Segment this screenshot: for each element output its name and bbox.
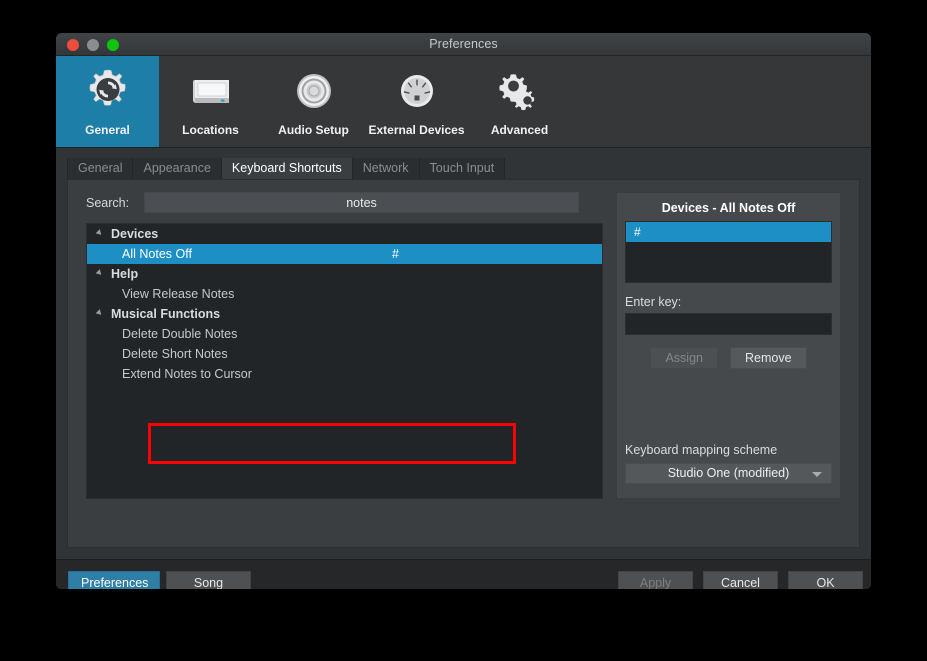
enter-key-label: Enter key: <box>625 295 682 309</box>
preferences-toolbar: General Locations Audio Setup External D… <box>56 56 871 148</box>
ok-button[interactable]: OK <box>788 571 863 589</box>
double-gear-icon <box>495 67 545 117</box>
search-label: Search: <box>86 195 130 210</box>
disclosure-triangle-icon[interactable] <box>95 309 104 317</box>
list-item-label: Devices <box>111 227 159 241</box>
list-group-help[interactable]: Help <box>87 264 602 284</box>
list-item-label: Extend Notes to Cursor <box>122 367 252 381</box>
toolbar-item-general[interactable]: General <box>56 56 159 147</box>
search-row: Search: <box>86 192 579 213</box>
list-item-label: All Notes Off <box>122 247 192 261</box>
window-title: Preferences <box>429 37 498 51</box>
remove-button[interactable]: Remove <box>729 347 807 369</box>
song-setup-button[interactable]: Song Setup <box>166 571 251 589</box>
toolbar-item-locations[interactable]: Locations <box>159 56 262 147</box>
shortcut-list[interactable]: Devices All Notes Off # Help View Releas… <box>86 223 603 499</box>
toolbar-item-audio-setup[interactable]: Audio Setup <box>262 56 365 147</box>
tab-general[interactable]: General <box>67 158 134 179</box>
cancel-button[interactable]: Cancel <box>703 571 778 589</box>
tab-appearance[interactable]: Appearance <box>133 158 222 179</box>
tab-touch-input[interactable]: Touch Input <box>419 158 506 179</box>
disclosure-triangle-icon[interactable] <box>95 269 104 277</box>
toolbar-label: Audio Setup <box>278 123 349 137</box>
midi-din-icon <box>392 67 442 117</box>
list-item-delete-short-notes[interactable]: Delete Short Notes <box>87 344 602 364</box>
toolbar-label: General <box>85 123 130 137</box>
preferences-window: Preferences General Locations Audio Setu… <box>56 33 871 589</box>
list-group-devices[interactable]: Devices <box>87 224 602 244</box>
list-item-label: Help <box>111 267 139 281</box>
tab-keyboard-shortcuts[interactable]: Keyboard Shortcuts <box>221 158 353 179</box>
window-title-bar: Preferences <box>56 33 871 56</box>
tab-bar: General Appearance Keyboard Shortcuts Ne… <box>67 158 506 179</box>
speaker-knob-icon <box>289 67 339 117</box>
list-item-view-release-notes[interactable]: View Release Notes <box>87 284 602 304</box>
keyboard-mapping-scheme-label: Keyboard mapping scheme <box>625 443 778 457</box>
assign-button[interactable]: Assign <box>650 347 718 369</box>
toolbar-label: External Devices <box>368 123 465 137</box>
list-item-all-notes-off[interactable]: All Notes Off # <box>87 244 602 264</box>
list-group-musical-functions[interactable]: Musical Functions <box>87 304 602 324</box>
search-input[interactable] <box>144 192 579 213</box>
keyboard-shortcuts-panel: Search: Devices All Notes Off # Help <box>67 179 860 548</box>
toolbar-label: Advanced <box>490 123 549 137</box>
list-item-label: Delete Double Notes <box>122 327 238 341</box>
preferences-button[interactable]: Preferences <box>68 571 160 589</box>
list-item-shortcut: # <box>392 247 399 261</box>
apply-button[interactable]: Apply <box>618 571 693 589</box>
tab-network[interactable]: Network <box>352 158 420 179</box>
toolbar-item-advanced[interactable]: Advanced <box>468 56 571 147</box>
list-item-label: Musical Functions <box>111 307 221 321</box>
list-item-delete-double-notes[interactable]: Delete Double Notes <box>87 324 602 344</box>
toolbar-label: Locations <box>182 123 239 137</box>
dialog-footer: Preferences Song Setup Apply Cancel OK <box>56 559 871 589</box>
assigned-keys-list[interactable]: # <box>625 221 832 283</box>
preferences-body: General Appearance Keyboard Shortcuts Ne… <box>56 148 871 559</box>
toolbar-item-external-devices[interactable]: External Devices <box>365 56 468 147</box>
keyboard-mapping-scheme-select[interactable]: Studio One (modified) <box>625 463 832 484</box>
scheme-selected-value: Studio One (modified) <box>667 466 790 480</box>
disclosure-triangle-icon[interactable] <box>95 229 104 237</box>
list-item-label: View Release Notes <box>122 287 235 301</box>
detail-button-row: Assign Remove <box>617 347 840 369</box>
detail-title: Devices - All Notes Off <box>661 201 796 215</box>
enter-key-field[interactable] <box>625 313 832 335</box>
shortcut-detail-panel: Devices - All Notes Off # Enter key: Ass… <box>616 192 841 499</box>
hard-drive-icon <box>186 67 236 117</box>
chevron-down-icon <box>812 472 822 477</box>
list-item-label: Delete Short Notes <box>122 347 228 361</box>
list-item-extend-notes-to-cursor[interactable]: Extend Notes to Cursor <box>87 364 602 384</box>
assigned-key-item[interactable]: # <box>626 222 831 242</box>
gear-refresh-icon <box>83 67 133 117</box>
